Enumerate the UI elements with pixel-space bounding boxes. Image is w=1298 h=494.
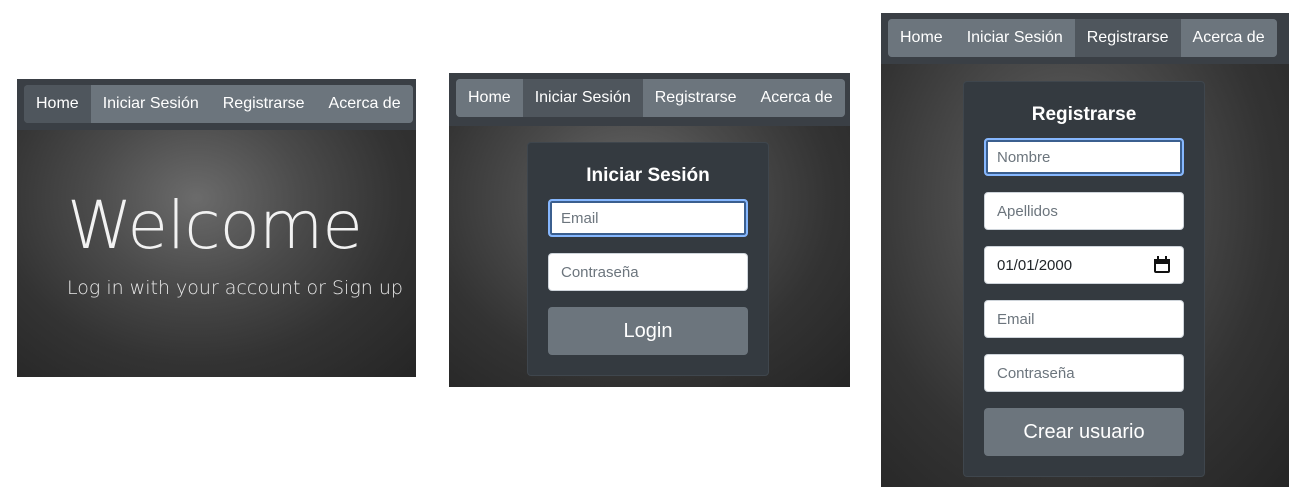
home-screen: Home Iniciar Sesión Registrarse Acerca d… — [17, 79, 416, 377]
create-user-button[interactable]: Crear usuario — [984, 408, 1184, 456]
navbar-container: Home Iniciar Sesión Registrarse Acerca d… — [17, 79, 416, 130]
nav-iniciar-sesion[interactable]: Iniciar Sesión — [522, 79, 643, 117]
login-form: Iniciar Sesión Login — [527, 142, 769, 376]
calendar-icon[interactable] — [1153, 256, 1171, 274]
register-form: Registrarse 01/01/2000 Crear usuario — [963, 81, 1205, 477]
welcome-title: Welcome — [67, 187, 363, 264]
password-field[interactable] — [548, 253, 748, 291]
nav-registrarse[interactable]: Registrarse — [642, 79, 749, 117]
email-field[interactable] — [548, 199, 748, 237]
nav-home[interactable]: Home — [24, 85, 91, 123]
navbar: Home Iniciar Sesión Registrarse Acerca d… — [456, 79, 845, 117]
nav-registrarse[interactable]: Registrarse — [1074, 19, 1181, 57]
birthdate-field[interactable]: 01/01/2000 — [984, 246, 1184, 284]
password-field[interactable] — [984, 354, 1184, 392]
surname-field[interactable] — [984, 192, 1184, 230]
navbar-container: Home Iniciar Sesión Registrarse Acerca d… — [449, 73, 850, 126]
nav-home[interactable]: Home — [888, 19, 955, 57]
navbar: Home Iniciar Sesión Registrarse Acerca d… — [888, 19, 1277, 57]
login-screen: Home Iniciar Sesión Registrarse Acerca d… — [449, 73, 850, 387]
birthdate-value: 01/01/2000 — [997, 256, 1073, 274]
welcome-subtitle: Log in with your account or Sign up — [67, 277, 403, 299]
login-title: Iniciar Sesión — [586, 165, 710, 186]
register-screen: Home Iniciar Sesión Registrarse Acerca d… — [881, 13, 1289, 487]
navbar-container: Home Iniciar Sesión Registrarse Acerca d… — [881, 13, 1289, 64]
nav-registrarse[interactable]: Registrarse — [210, 85, 317, 123]
name-field[interactable] — [984, 138, 1184, 176]
nav-acerca-de[interactable]: Acerca de — [748, 79, 845, 117]
navbar: Home Iniciar Sesión Registrarse Acerca d… — [24, 85, 413, 123]
nav-acerca-de[interactable]: Acerca de — [316, 85, 413, 123]
register-title: Registrarse — [1031, 104, 1137, 125]
login-button[interactable]: Login — [548, 307, 748, 355]
nav-iniciar-sesion[interactable]: Iniciar Sesión — [954, 19, 1075, 57]
nav-iniciar-sesion[interactable]: Iniciar Sesión — [90, 85, 211, 123]
email-field[interactable] — [984, 300, 1184, 338]
nav-acerca-de[interactable]: Acerca de — [1180, 19, 1277, 57]
nav-home[interactable]: Home — [456, 79, 523, 117]
